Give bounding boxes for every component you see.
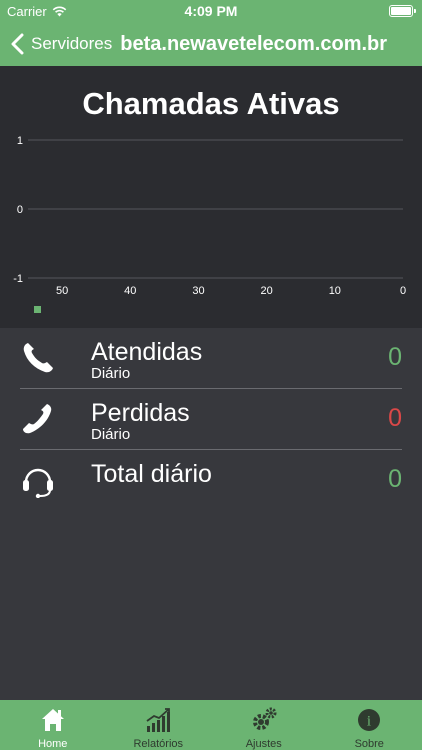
- tab-about[interactable]: i Sobre: [317, 700, 422, 750]
- tab-home[interactable]: Home: [0, 700, 106, 750]
- svg-text:i: i: [367, 714, 371, 730]
- gears-icon: [252, 707, 277, 730]
- server-title: beta.newavetelecom.com.br: [120, 32, 388, 55]
- headset-icon: [23, 468, 53, 498]
- stat-value: 0: [388, 404, 402, 432]
- legend-swatch: [34, 306, 41, 313]
- stat-row-missed[interactable]: Perdidas Diário 0: [0, 389, 422, 450]
- back-label: Servidores: [31, 34, 113, 53]
- active-calls-chart: 10-150 40 30 20 10 0: [13, 135, 406, 313]
- x-tick-label: 20: [261, 285, 273, 297]
- stat-row-answered[interactable]: Atendidas Diário 0: [0, 328, 422, 389]
- y-tick-label: 0: [17, 204, 23, 216]
- x-tick-label: 10: [329, 285, 341, 297]
- phone-icon: [23, 343, 53, 373]
- y-tick-label: 1: [17, 135, 23, 147]
- tab-label: Home: [38, 738, 68, 750]
- stat-label: Perdidas: [91, 399, 190, 427]
- stat-label: Atendidas: [91, 338, 203, 366]
- y-tick-label: -1: [13, 273, 23, 285]
- navigation-bar: Servidores beta.newavetelecom.com.br: [0, 22, 422, 66]
- chevron-left-icon: [11, 33, 24, 55]
- tab-reports[interactable]: Relatórios: [106, 700, 212, 750]
- tab-label: Ajustes: [245, 738, 282, 750]
- tab-bar: Home Relatórios Ajustes i Sobre: [0, 700, 422, 750]
- chart-icon: [146, 708, 171, 732]
- x-tick-label: 50: [56, 285, 68, 297]
- x-tick-label: 30: [192, 285, 204, 297]
- status-time: 4:09 PM: [184, 3, 238, 19]
- tab-settings[interactable]: Ajustes: [211, 700, 317, 750]
- stat-row-total[interactable]: Total diário 0: [0, 450, 422, 511]
- stat-sub: Diário: [91, 365, 131, 382]
- back-button[interactable]: Servidores: [10, 33, 112, 55]
- tab-label: Relatórios: [133, 738, 184, 750]
- stat-value: 0: [388, 343, 402, 371]
- home-icon: [41, 709, 64, 731]
- battery-icon: [389, 5, 416, 17]
- stat-sub: Diário: [91, 426, 131, 443]
- phone-missed-icon: [23, 404, 52, 434]
- x-tick-label: 40: [124, 285, 136, 297]
- status-bar: Carrier 4:09 PM: [0, 0, 422, 22]
- stats-list: Atendidas Diário 0 Perdidas Diário 0 Tot…: [0, 328, 422, 511]
- x-tick-label: 0: [400, 285, 406, 297]
- stat-label: Total diário: [91, 460, 212, 488]
- top-bar: Carrier 4:09 PM Servidores beta.newavete…: [0, 0, 422, 66]
- info-icon: i: [358, 709, 381, 731]
- chart-panel: Chamadas Ativas 1 0 -1 50 40 30 20 10 0: [0, 66, 422, 328]
- stat-value: 0: [388, 465, 402, 493]
- tab-label: Sobre: [354, 738, 384, 750]
